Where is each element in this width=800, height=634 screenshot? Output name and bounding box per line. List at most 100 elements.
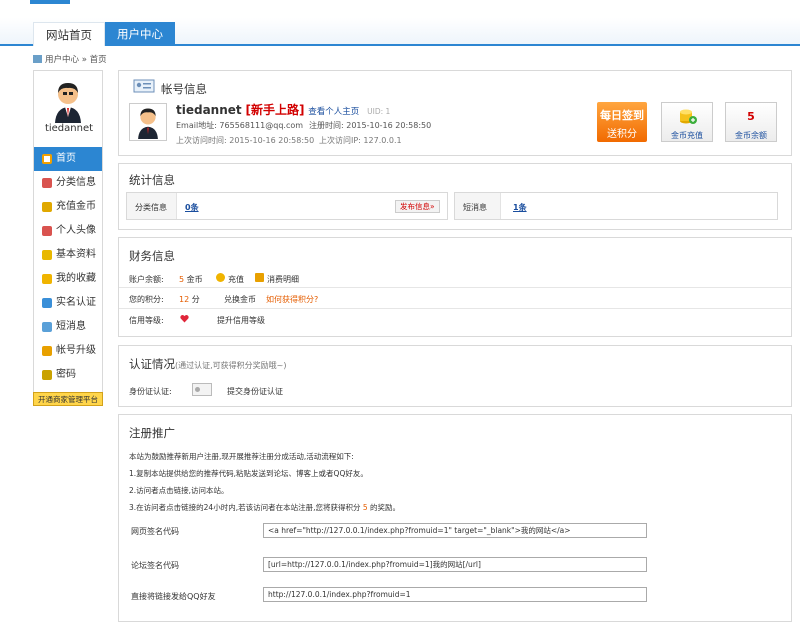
qq-link-label: 直接将链接发给QQ好友 [131,592,216,601]
promo-panel: 注册推广 本站为鼓励推荐新用户注册,现开展推荐注册分成活动,活动流程如下: 1.… [118,414,792,622]
sidebar-item[interactable]: 首页 [34,147,102,171]
qq-link-field[interactable]: http://127.0.0.1/index.php?fromuid=1 [263,587,647,602]
finance-recharge-link[interactable]: 充值 [228,274,244,285]
how-to-earn-points-link[interactable]: 如何获得积分? [266,294,318,305]
homepage-link[interactable]: 查看个人主页 [308,107,359,117]
points-unit: 分 [191,295,200,304]
sidebar-item-label: 个人头像 [56,225,96,236]
verify-panel: 认证情况(通过认证,可获得积分奖励哦~) 身份证认证: 提交身份证认证 [118,345,792,407]
web-signature-field[interactable]: <a href="http://127.0.0.1/index.php?from… [263,523,647,538]
sidebar-username: tiedannet [44,123,94,134]
sidebar-item-label: 密码 [56,369,76,380]
heart-icon [180,315,189,323]
coin-icon [216,273,225,282]
balance-row-value: 5 金币 [179,274,203,285]
bbs-signature-field[interactable]: [url=http://127.0.0.1/index.php?fromuid=… [263,557,647,572]
account-avatar[interactable] [129,103,167,141]
avatar-icon [138,108,158,139]
house-icon [42,154,52,164]
rank-badge: [新手上路] [245,103,305,117]
balance-label: 金币余额 [735,131,767,140]
sidebar: tiedannet 首页分类信息充值金币个人头像基本资料我的收藏实名认证短消息帐… [33,70,103,395]
reg-time-text: 注册时间: 2015-10-16 20:58:50 [309,121,432,130]
coins-icon [42,202,52,212]
sidebar-item-label: 短消息 [56,321,86,332]
sidebar-item[interactable]: 我的收藏 [34,267,102,291]
balance-value: 5 [747,110,755,123]
merchant-platform-button[interactable]: 开通商家管理平台 [33,392,103,406]
stat-message-label: 短消息 [463,203,487,212]
stat-message-count[interactable]: 1条 [513,202,527,213]
improve-credit-link[interactable]: 提升信用等级 [217,315,265,326]
edit-icon [42,178,52,188]
chat-icon [42,322,52,332]
bbs-signature-label: 论坛签名代码 [131,561,179,570]
stats-panel: 统计信息 分类信息 0条 发布信息» 短消息 1条 [118,163,792,230]
balance-row-label: 账户余额: [129,275,164,284]
submit-id-verify-link[interactable]: 提交身份证认证 [227,386,283,397]
sidebar-item-label: 首页 [56,153,76,164]
verify-heading: 认证情况(通过认证,可获得积分奖励哦~) [129,356,287,372]
last-ip-text: 上次访问IP: 127.0.0.1 [319,136,402,145]
web-signature-label: 网页签名代码 [131,527,179,536]
stat-category-count[interactable]: 0条 [185,202,199,213]
balance-button[interactable]: 5 金币余额 [725,102,777,142]
exchange-coins-link[interactable]: 兑换金币 [224,294,256,305]
sidebar-item[interactable]: 基本资料 [34,243,102,267]
sidebar-item-label: 分类信息 [56,177,96,188]
consumption-detail-link[interactable]: 消费明细 [267,274,299,285]
sidebar-item-label: 充值金币 [56,201,96,212]
sidebar-item[interactable]: 实名认证 [34,291,102,315]
email-text: Email地址: 765568111@qq.com [176,121,304,130]
publish-info-button[interactable]: 发布信息» [395,200,440,213]
promo-step-3-end: 的奖励。 [370,503,401,512]
top-nav: 网站首页 用户中心 [0,0,800,46]
promo-title: 注册推广 [129,426,175,440]
sidebar-menu: 首页分类信息充值金币个人头像基本资料我的收藏实名认证短消息帐号升级密码 [34,147,102,387]
portrait-icon [42,226,52,236]
sidebar-item[interactable]: 充值金币 [34,195,102,219]
avatar[interactable] [53,81,83,123]
home-icon[interactable] [33,55,42,63]
points-row-label: 您的积分: [129,295,164,304]
id-card-status-icon [192,383,212,396]
last-visit-text: 上次访问时间: 2015-10-16 20:58:50 [176,136,315,145]
sidebar-item[interactable]: 分类信息 [34,171,102,195]
tab-user-center[interactable]: 用户中心 [105,22,175,46]
logo-fragment [30,0,70,4]
recharge-label: 金币充值 [671,131,703,140]
sidebar-item-label: 基本资料 [56,249,96,260]
id-card-icon [133,79,155,93]
daily-checkin-button[interactable]: 每日签到 送积分 [597,102,647,142]
sidebar-item[interactable]: 帐号升级 [34,339,102,363]
sidebar-item[interactable]: 密码 [34,363,102,387]
sidebar-item-label: 实名认证 [56,297,96,308]
id-card-icon [42,298,52,308]
user-up-icon [42,346,52,356]
coins-icon [680,109,697,124]
balance-unit: 金币 [186,275,203,284]
finance-panel: 财务信息 账户余额: 5 金币 充值 消费明细 您的积分: 12 分 兑换金币 … [118,237,792,337]
credit-row-label: 信用等级: [129,316,164,325]
sidebar-item[interactable]: 个人头像 [34,219,102,243]
checkin-subtitle: 送积分 [607,129,637,140]
promo-step-1: 1.复制本站提供给您的推荐代码,粘贴发送到论坛、博客上或者QQ好友。 [129,469,368,478]
account-username: tiedannet [176,103,242,117]
verify-title: 认证情况 [129,357,175,371]
recharge-button[interactable]: 金币充值 [661,102,713,142]
tab-site-home[interactable]: 网站首页 [33,22,105,46]
sidebar-item-label: 我的收藏 [56,273,96,284]
checkin-title: 每日签到 [600,109,644,122]
account-title: 帐号信息 [161,82,207,96]
stat-category-label: 分类信息 [135,203,167,212]
sidebar-item-label: 帐号升级 [56,345,96,356]
points-row-value: 12 分 [179,294,200,305]
points-amount: 12 [179,295,190,304]
verify-note: (通过认证,可获得积分奖励哦~) [175,361,287,370]
stats-title: 统计信息 [129,173,175,187]
notebook-icon [42,250,52,260]
stat-message-box: 短消息 1条 [454,192,778,220]
stat-category-box: 分类信息 0条 发布信息» [126,192,448,220]
sidebar-item[interactable]: 短消息 [34,315,102,339]
breadcrumb-text: 用户中心 » 首页 [45,55,107,65]
